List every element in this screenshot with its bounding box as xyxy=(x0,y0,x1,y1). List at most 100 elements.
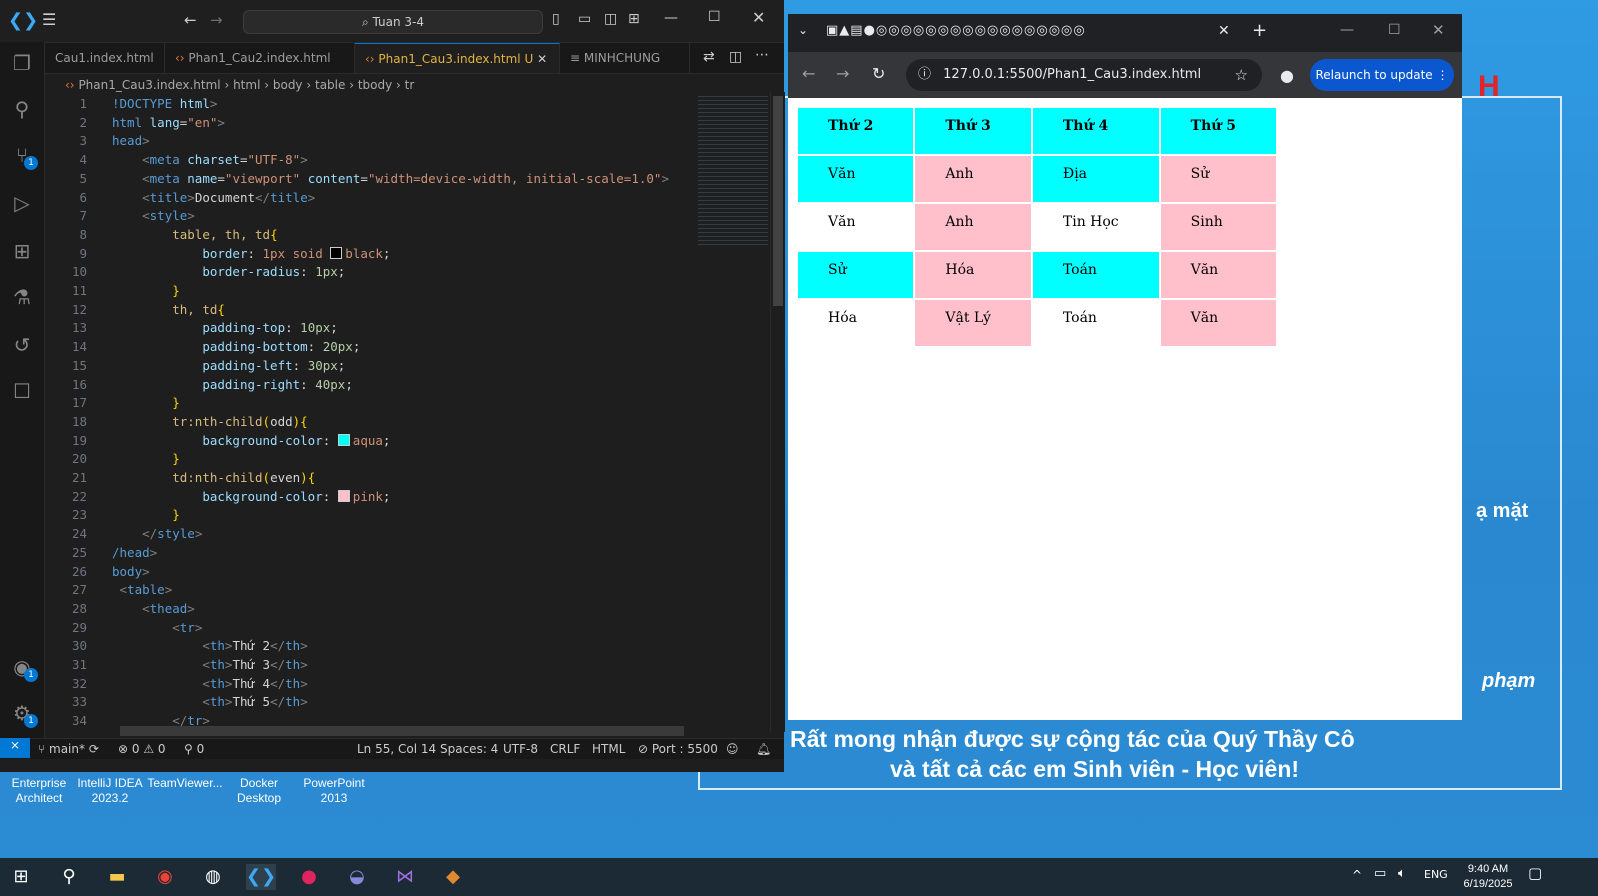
ports-indicator[interactable]: ⚲ 0 xyxy=(184,739,204,759)
visual-studio-icon[interactable]: ⋈ xyxy=(390,864,420,890)
language-indicator[interactable]: ENG xyxy=(1424,868,1448,881)
toggle-sidebar-icon[interactable]: ▯ xyxy=(552,11,560,27)
color-swatch-black[interactable] xyxy=(330,246,343,259)
color-swatch-aqua[interactable] xyxy=(337,433,350,446)
desktop-icon-intellij[interactable]: IntelliJ IDEA 2023.2 xyxy=(74,776,146,806)
close-icon[interactable]: ✕ xyxy=(1432,21,1445,39)
code-line: </style> xyxy=(142,526,203,542)
search-activity-icon[interactable]: ⚲ xyxy=(9,96,35,122)
tab-close-icon[interactable]: ✕ xyxy=(1218,23,1230,39)
customize-layout-icon[interactable]: ⊞ xyxy=(628,11,640,27)
run-debug-icon[interactable]: ▷ xyxy=(9,190,35,216)
indentation[interactable]: Spaces: 4 xyxy=(440,739,498,759)
search-icon[interactable]: ⚲ xyxy=(54,864,84,890)
code-line: body> xyxy=(112,563,150,579)
breadcrumb-table[interactable]: table xyxy=(315,78,345,92)
desktop-icon-teamviewer[interactable]: TeamViewer... xyxy=(146,776,224,791)
volume-icon[interactable]: 🔈︎ xyxy=(1398,866,1406,881)
new-tab-icon[interactable]: + xyxy=(1252,20,1267,41)
code-editor[interactable]: 1 2 3 4 5 6 7 8 9 10 11 12 13 14 15 16 17 18 19 20 21 22 23 24 2… xyxy=(45,96,685,726)
back-arrow-icon[interactable]: ← xyxy=(802,64,815,83)
tab-phan1-cau3[interactable]: ‹› Phan1_Cau3.index.html U ✕ xyxy=(355,43,560,73)
bookmark-star-icon[interactable]: ☆ xyxy=(1235,59,1248,91)
encoding[interactable]: UTF-8 xyxy=(503,739,538,759)
app-icon[interactable]: ◍ xyxy=(198,864,228,890)
more-actions-icon[interactable]: ⋯ xyxy=(755,47,769,63)
notifications-icon[interactable]: 🔔︎ xyxy=(756,739,771,759)
remote-icon[interactable]: ↺ xyxy=(9,332,35,358)
git-icon[interactable]: ◆ xyxy=(438,864,468,890)
forward-arrow-icon[interactable]: → xyxy=(836,64,849,83)
color-swatch-pink[interactable] xyxy=(337,489,350,502)
testing-icon[interactable]: ⚗ xyxy=(9,284,35,310)
table-cell: Văn xyxy=(798,156,914,202)
command-center-search[interactable]: ⌕ Tuan 3-4 xyxy=(243,10,543,34)
minimize-icon[interactable]: — xyxy=(1340,22,1354,38)
chat-icon[interactable]: ☐ xyxy=(9,378,35,404)
line-number: 12 xyxy=(71,301,87,317)
back-arrow-icon[interactable]: ← xyxy=(184,11,197,29)
line-ending[interactable]: CRLF xyxy=(550,739,580,759)
breadcrumb-html[interactable]: html xyxy=(233,78,260,92)
desktop-icon-powerpoint[interactable]: PowerPoint 2013 xyxy=(298,776,370,806)
extensions-icon[interactable]: ⊞ xyxy=(9,238,35,264)
tab-label: Phan1_Cau3.index.html xyxy=(378,52,521,66)
problems-indicator[interactable]: ⊗ 0 ⚠ 0 xyxy=(118,739,166,759)
clock[interactable]: 9:40 AM 6/19/2025 xyxy=(1456,862,1520,892)
vscode-taskbar-icon[interactable]: ❮❯ xyxy=(246,864,276,890)
windows-start-icon[interactable]: ⊞ xyxy=(6,864,36,890)
html-file-icon: ‹› xyxy=(175,51,189,65)
toggle-panel-icon[interactable]: ▭ xyxy=(578,11,591,27)
maximize-icon[interactable]: ☐ xyxy=(1388,22,1401,38)
code-line: background-color: aqua; xyxy=(202,432,391,448)
remote-indicator-icon[interactable]: ⨯ xyxy=(0,738,30,758)
network-icon[interactable]: ▭ xyxy=(1374,866,1386,881)
forward-arrow-icon[interactable]: → xyxy=(210,11,223,29)
compare-icon[interactable]: ⇄ xyxy=(703,49,715,65)
breadcrumb-body[interactable]: body xyxy=(273,78,303,92)
copilot-icon[interactable]: ☺ xyxy=(726,739,739,759)
reload-icon[interactable]: ↻ xyxy=(872,64,885,83)
maximize-icon[interactable]: ☐ xyxy=(708,9,721,25)
minimize-icon[interactable]: — xyxy=(664,10,678,26)
tab-search-icon[interactable]: ⌄ xyxy=(798,23,808,37)
breadcrumb-tr[interactable]: tr xyxy=(405,78,415,92)
eclipse-icon[interactable]: ◒ xyxy=(342,864,372,890)
desktop-icon-docker[interactable]: Docker Desktop xyxy=(230,776,288,806)
breadcrumb-file[interactable]: Phan1_Cau3.index.html xyxy=(78,78,220,92)
tab-cau1[interactable]: Cau1.index.html xyxy=(45,43,165,73)
relaunch-label: Relaunch to update xyxy=(1315,68,1433,82)
branch-indicator[interactable]: ⑂ main* ⟳ xyxy=(38,739,99,759)
line-number: 11 xyxy=(71,283,87,298)
horizontal-scrollbar[interactable] xyxy=(120,726,684,736)
cursor-position[interactable]: Ln 55, Col 14 xyxy=(357,739,436,759)
vscode-window: ❮❯ ☰ ← → ⌕ Tuan 3-4 ▯ ▭ ◫ ⊞ — ☐ ✕ ❐ ⚲ ⑂ … xyxy=(0,0,785,772)
relaunch-update-button[interactable]: Relaunch to update ⋮ xyxy=(1310,59,1454,91)
editor-scrollbar[interactable] xyxy=(770,92,785,732)
pinned-tabs-icons[interactable]: ▣▲▤●◎◎◎◎◎◎◎◎◎◎◎◎◎◎◎◎◎ xyxy=(826,23,1086,38)
notification-center-icon[interactable]: ▢ xyxy=(1528,864,1542,882)
explorer-icon[interactable]: ❐ xyxy=(9,50,35,76)
app-oo-icon[interactable]: ● xyxy=(294,864,324,890)
desktop-icon-enterprise-architect[interactable]: Enterprise Architect xyxy=(4,776,74,806)
live-server-port[interactable]: ⊘ Port : 5500 xyxy=(638,739,718,759)
tab-minhchung[interactable]: ≡ MINHCHUNG xyxy=(560,43,690,73)
tab-phan1-cau2[interactable]: ‹› Phan1_Cau2.index.html xyxy=(165,43,355,73)
tray-chevron-icon[interactable]: ^ xyxy=(1352,868,1362,882)
menu-icon[interactable]: ☰ xyxy=(42,10,56,29)
chrome-window: ⌄ ▣▲▤●◎◎◎◎◎◎◎◎◎◎◎◎◎◎◎◎◎ ✕ + — ☐ ✕ ← → ↻ … xyxy=(788,14,1462,720)
chrome-icon[interactable]: ◉ xyxy=(150,864,180,890)
tab-close-icon[interactable]: ✕ xyxy=(537,52,547,66)
split-editor-icon[interactable]: ◫ xyxy=(729,49,742,65)
site-info-icon[interactable]: ⓘ xyxy=(918,67,931,82)
language-mode[interactable]: HTML xyxy=(592,739,625,759)
file-explorer-icon[interactable]: ▬ xyxy=(102,864,132,890)
minimap[interactable] xyxy=(690,92,770,732)
toggle-secondary-sidebar-icon[interactable]: ◫ xyxy=(604,11,617,27)
tab-label: MINHCHUNG xyxy=(583,51,661,65)
address-bar[interactable]: ⓘ 127.0.0.1:5500/Phan1_Cau3.index.html ☆ xyxy=(906,59,1262,91)
close-icon[interactable]: ✕ xyxy=(752,8,765,27)
breadcrumb-tbody[interactable]: tbody xyxy=(358,78,392,92)
code-line: th, td{ xyxy=(172,301,225,317)
profile-icon[interactable]: ● xyxy=(1280,66,1294,85)
